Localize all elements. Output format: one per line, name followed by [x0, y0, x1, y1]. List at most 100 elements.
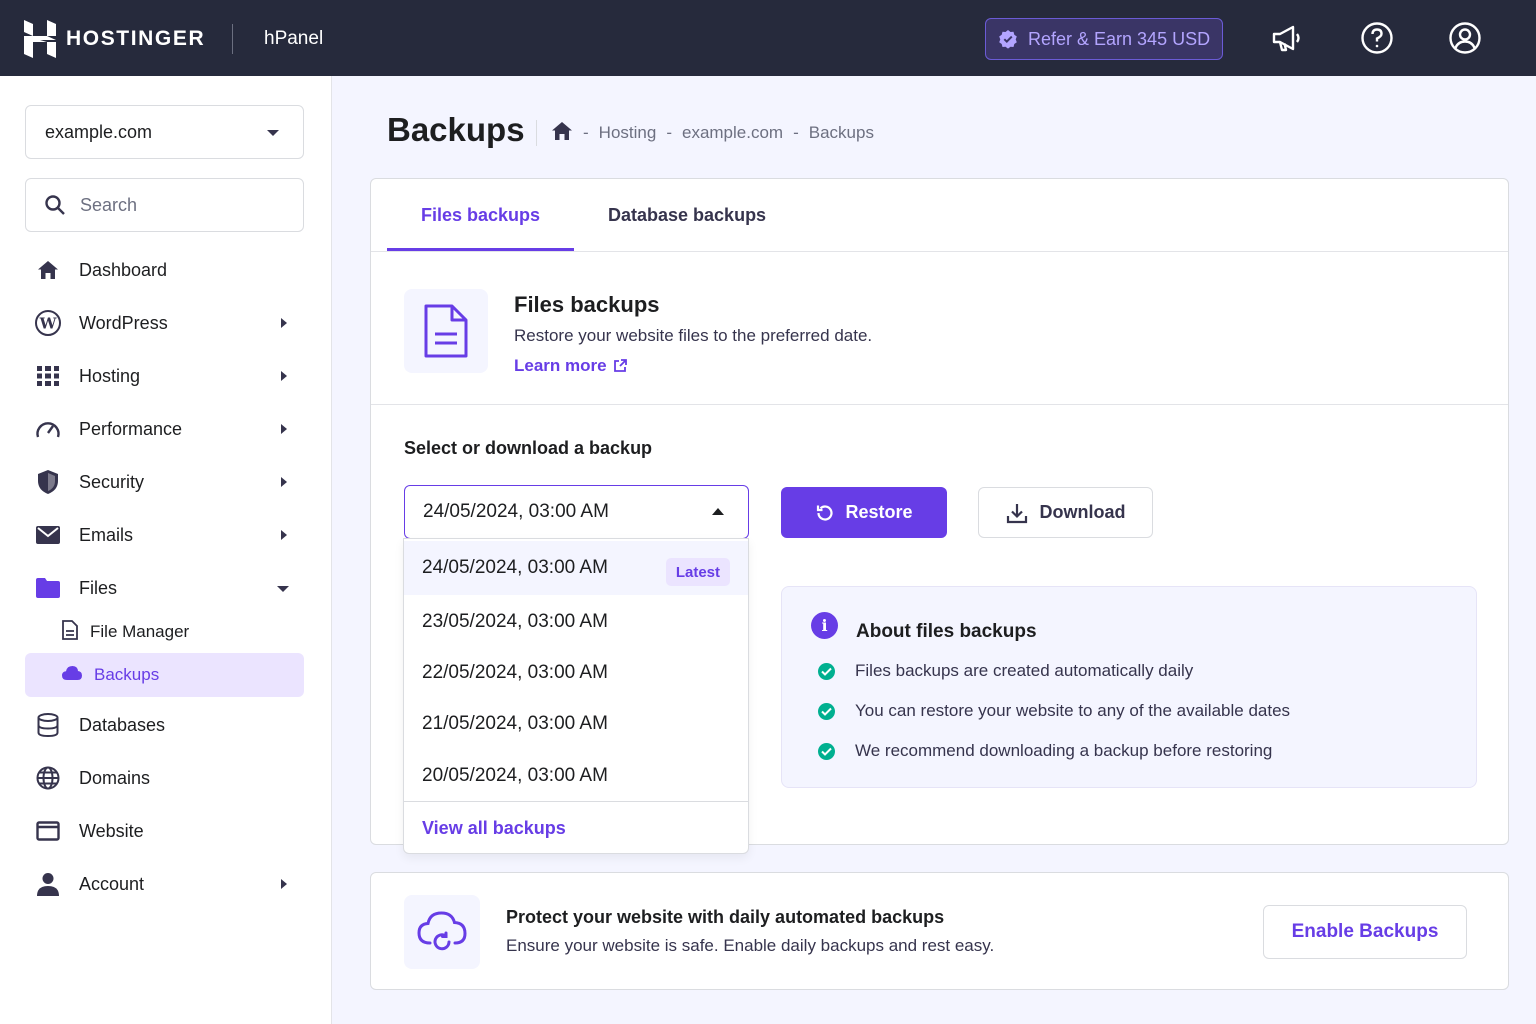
- tab-database-backups[interactable]: Database backups: [608, 205, 766, 226]
- sidebar-item-label: Dashboard: [79, 259, 168, 280]
- about-files-backups: i About files backups Files backups are …: [781, 586, 1477, 788]
- top-bar: HOSTINGER hPanel Refer & Earn 345 USD: [0, 0, 1536, 76]
- breadcrumb-separator: -: [793, 123, 799, 142]
- search-icon: [45, 195, 65, 215]
- dropdown-divider: [404, 801, 748, 802]
- about-point-text: We recommend downloading a backup before…: [855, 741, 1273, 760]
- backup-option[interactable]: 22/05/2024, 03:00 AM: [404, 646, 748, 700]
- chevron-right-icon: [281, 879, 287, 889]
- sidebar-item-emails[interactable]: Emails: [25, 513, 304, 557]
- sidebar-item-hosting[interactable]: Hosting: [25, 354, 304, 398]
- mail-icon: [35, 522, 61, 548]
- restore-button[interactable]: Restore: [781, 487, 947, 538]
- sidebar-subitem-backups[interactable]: Backups: [25, 653, 304, 697]
- cloud-icon: [62, 665, 82, 685]
- panel-name: hPanel: [264, 28, 324, 49]
- backup-date-select[interactable]: 24/05/2024, 03:00 AM: [404, 485, 749, 539]
- view-all-backups-link[interactable]: View all backups: [422, 818, 566, 839]
- chevron-right-icon: [281, 371, 287, 381]
- sidebar-item-dashboard[interactable]: Dashboard: [25, 248, 304, 292]
- breadcrumb-hosting[interactable]: Hosting: [599, 123, 657, 143]
- sidebar-item-wordpress[interactable]: W WordPress: [25, 301, 304, 345]
- enable-backups-button[interactable]: Enable Backups: [1263, 905, 1467, 959]
- chevron-right-icon: [281, 424, 287, 434]
- backup-option[interactable]: 20/05/2024, 03:00 AM: [404, 749, 748, 803]
- domain-selector[interactable]: example.com: [25, 105, 304, 159]
- backup-select-label: Select or download a backup: [404, 438, 653, 458]
- sidebar-item-domains[interactable]: Domains: [25, 756, 304, 800]
- download-icon: [1006, 503, 1027, 523]
- chevron-down-icon: [267, 130, 279, 136]
- chevron-down-icon: [277, 586, 289, 592]
- folder-icon: [35, 575, 61, 601]
- home-icon: [35, 257, 61, 283]
- megaphone-icon[interactable]: [1270, 20, 1306, 56]
- tabs: Files backups Database backups: [371, 179, 1508, 252]
- breadcrumb-divider: [536, 120, 537, 146]
- backup-option[interactable]: 24/05/2024, 03:00 AM Latest: [404, 541, 748, 595]
- sidebar-item-security[interactable]: Security: [25, 460, 304, 504]
- account-icon[interactable]: [1447, 20, 1483, 56]
- chevron-right-icon: [281, 318, 287, 328]
- sidebar-item-label: Files: [79, 577, 118, 598]
- page-title: Backups: [387, 111, 525, 148]
- latest-badge: Latest: [665, 558, 730, 586]
- sidebar-item-label: Domains: [79, 767, 151, 788]
- backup-option-label: 21/05/2024, 03:00 AM: [422, 713, 608, 734]
- download-label: Download: [1039, 502, 1126, 522]
- breadcrumb-backups: Backups: [808, 123, 874, 142]
- sidebar-item-website[interactable]: Website: [25, 809, 304, 853]
- backup-date-value: 24/05/2024, 03:00 AM: [423, 501, 609, 522]
- home-icon[interactable]: [551, 121, 573, 146]
- window-icon: [35, 818, 61, 844]
- download-button[interactable]: Download: [978, 487, 1153, 538]
- sidebar-item-label: Website: [79, 820, 144, 841]
- sidebar-subitem-file-manager[interactable]: File Manager: [25, 610, 304, 654]
- files-backups-title: Files backups: [514, 292, 660, 317]
- about-point: You can restore your website to any of t…: [818, 701, 1290, 721]
- topbar-divider: [232, 24, 233, 54]
- backup-option-label: 23/05/2024, 03:00 AM: [422, 611, 608, 632]
- learn-more-label: Learn more: [514, 356, 607, 375]
- promo-title: Protect your website with daily automate…: [506, 907, 945, 927]
- refer-earn-label: Refer & Earn 345 USD: [1028, 28, 1211, 49]
- sidebar-item-label: Emails: [79, 524, 134, 545]
- backup-option[interactable]: 23/05/2024, 03:00 AM: [404, 595, 748, 649]
- backup-option-label: 20/05/2024, 03:00 AM: [422, 765, 608, 786]
- sidebar-item-label: Hosting: [79, 365, 141, 386]
- breadcrumb-separator: -: [583, 123, 589, 142]
- backup-date-dropdown: 24/05/2024, 03:00 AM Latest 23/05/2024, …: [403, 538, 749, 854]
- check-circle-icon: [818, 662, 835, 680]
- help-icon[interactable]: [1359, 20, 1395, 56]
- breadcrumb: - Hosting - example.com - Backups: [536, 120, 874, 146]
- sidebar-item-performance[interactable]: Performance: [25, 407, 304, 451]
- sidebar-item-files[interactable]: Files: [25, 566, 304, 610]
- section-divider: [371, 404, 1508, 405]
- gauge-icon: [35, 416, 61, 442]
- database-icon: [35, 712, 61, 738]
- user-icon: [35, 871, 61, 897]
- sidebar-item-account[interactable]: Account: [25, 862, 304, 906]
- backup-option[interactable]: 21/05/2024, 03:00 AM: [404, 697, 748, 751]
- learn-more-link[interactable]: Learn more: [514, 356, 627, 376]
- backup-option-label: 24/05/2024, 03:00 AM: [422, 557, 608, 578]
- backup-option-label: 22/05/2024, 03:00 AM: [422, 662, 608, 683]
- sidebar-item-label: Databases: [79, 714, 166, 735]
- search-input[interactable]: Search: [25, 178, 304, 232]
- hostinger-logo[interactable]: HOSTINGER: [24, 20, 205, 58]
- promo-description: Ensure your website is safe. Enable dail…: [506, 936, 995, 955]
- tab-files-backups[interactable]: Files backups: [421, 205, 540, 226]
- search-placeholder: Search: [80, 194, 138, 215]
- sidebar-item-databases[interactable]: Databases: [25, 703, 304, 747]
- breadcrumb-separator: -: [666, 123, 672, 142]
- verified-badge-icon: [999, 30, 1017, 49]
- check-circle-icon: [818, 702, 835, 720]
- info-icon: i: [811, 612, 838, 639]
- domain-selector-value: example.com: [45, 121, 153, 142]
- chevron-up-icon: [712, 508, 724, 515]
- sidebar-item-label: Account: [79, 873, 145, 894]
- refer-earn-button[interactable]: Refer & Earn 345 USD: [985, 18, 1223, 60]
- restore-icon: [817, 504, 834, 521]
- breadcrumb-domain[interactable]: example.com: [682, 123, 783, 143]
- file-icon: [62, 619, 78, 645]
